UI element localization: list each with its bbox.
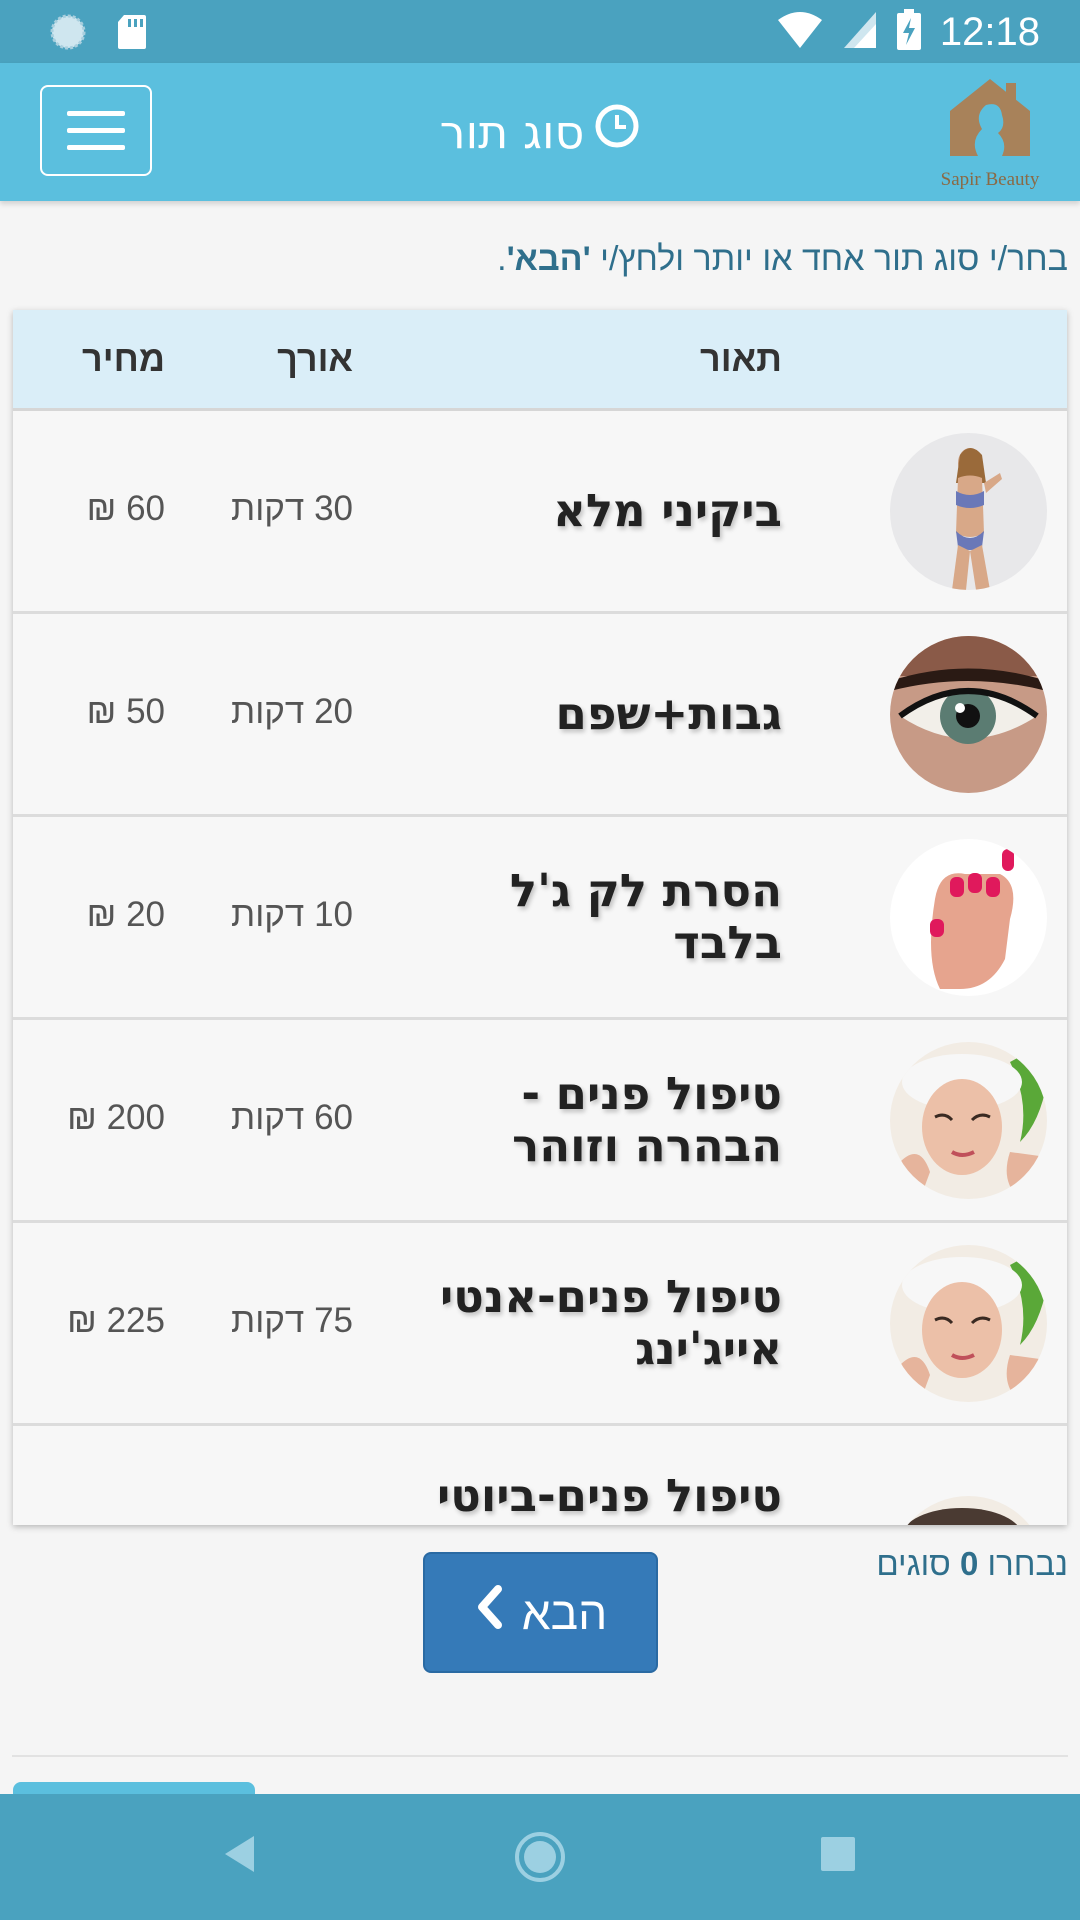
table-row[interactable]: טיפול פנים - הבהרה וזוהר 60 דקות 200 ₪ xyxy=(13,1020,1067,1223)
wifi-icon xyxy=(776,10,824,54)
chevron-left-icon xyxy=(474,1585,504,1640)
selected-suffix: סוגים xyxy=(876,1545,960,1582)
instruction-end: . xyxy=(497,240,507,278)
page-title-text: סוג תור xyxy=(439,104,585,159)
service-image-facial xyxy=(890,1245,1047,1402)
service-length: 30 דקות xyxy=(231,489,353,528)
service-length: 75 דקות xyxy=(231,1301,353,1340)
home-nav-icon[interactable] xyxy=(514,1831,566,1887)
table-header: תאור אורך מחיר xyxy=(13,310,1067,411)
service-image-facial xyxy=(890,1496,1047,1525)
table-row[interactable]: ביקיני מלא 30 דקות 60 ₪ xyxy=(13,411,1067,614)
logo-text: Sapir Beauty xyxy=(940,169,1040,190)
service-price: 60 ₪ xyxy=(86,489,165,528)
battery-charging-icon xyxy=(896,9,922,55)
header-price: מחיר xyxy=(82,338,165,379)
table-row[interactable]: טיפול פנים-אנטי אייג'ינג 75 דקות 225 ₪ xyxy=(13,1223,1067,1426)
recents-nav-icon[interactable] xyxy=(820,1836,856,1876)
navigation-bar xyxy=(0,1794,1080,1920)
selected-count: נבחרו 0 סוגים xyxy=(876,1545,1068,1583)
service-price: 20 ₪ xyxy=(86,895,165,934)
logo[interactable]: Sapir Beauty xyxy=(930,71,1050,193)
service-title: הסרת לק ג'ל בלבד xyxy=(509,864,782,969)
header-length: אורך xyxy=(277,338,353,379)
page-title: סוג תור xyxy=(0,103,1080,160)
clock-icon xyxy=(594,103,640,160)
service-price: 200 ₪ xyxy=(67,1098,165,1137)
next-button-label: הבא xyxy=(521,1586,608,1639)
sd-card-icon xyxy=(116,13,148,55)
app-bar: סוג תור Sapir Beauty xyxy=(0,63,1080,201)
service-price: 50 ₪ xyxy=(86,692,165,731)
service-title: טיפול פנים-אנטי אייג'ינג xyxy=(440,1270,782,1375)
selected-prefix: נבחרו xyxy=(978,1545,1068,1582)
sync-icon xyxy=(48,12,88,56)
service-title: ביקיני מלא xyxy=(553,484,782,537)
clock: 12:18 xyxy=(939,10,1040,54)
signal-icon xyxy=(842,10,878,54)
divider xyxy=(12,1755,1068,1757)
instruction-text: בחר/י סוג תור אחד או יותר ולחץ/י 'הבא'. xyxy=(497,240,1068,279)
service-image-facial xyxy=(890,1042,1047,1199)
table-row[interactable]: הסרת לק ג'ל בלבד 10 דקות 20 ₪ xyxy=(13,817,1067,1020)
services-table: תאור אורך מחיר ביקיני מלא 30 דקות 60 ₪ ג… xyxy=(13,310,1067,1525)
service-title: גבות+שפם xyxy=(555,687,783,740)
next-button[interactable]: הבא xyxy=(423,1552,658,1673)
service-length: 60 דקות xyxy=(231,1098,353,1137)
status-bar: 12:18 xyxy=(0,0,1080,63)
service-image-eye xyxy=(890,636,1047,793)
service-title: טיפול פנים-ביוטי xyxy=(437,1469,782,1522)
back-nav-icon[interactable] xyxy=(222,1834,258,1878)
service-price: 225 ₪ xyxy=(67,1301,165,1340)
instruction-main: בחר/י סוג תור אחד או יותר ולחץ/י xyxy=(590,240,1068,278)
service-title: טיפול פנים - הבהרה וזוהר xyxy=(512,1067,782,1172)
instruction-emphasis: 'הבא' xyxy=(506,240,591,278)
service-image-bikini xyxy=(890,433,1047,590)
table-row[interactable]: גבות+שפם 20 דקות 50 ₪ xyxy=(13,614,1067,817)
table-row[interactable]: טיפול פנים-ביוטי xyxy=(13,1426,1067,1525)
header-description: תאור xyxy=(699,338,782,379)
service-image-nails xyxy=(890,839,1047,996)
selected-count-value: 0 xyxy=(959,1545,979,1582)
service-length: 10 דקות xyxy=(231,895,353,934)
service-length: 20 דקות xyxy=(231,692,353,731)
house-silhouette-icon xyxy=(950,79,1030,156)
